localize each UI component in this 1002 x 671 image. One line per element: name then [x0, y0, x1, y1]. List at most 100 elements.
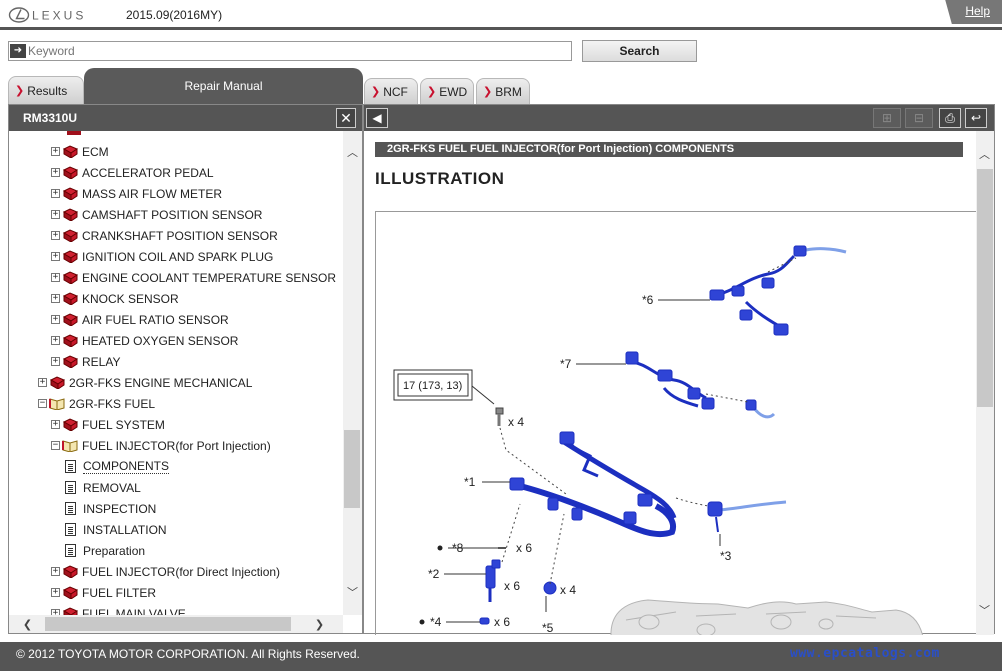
tree-item-label: FUEL FILTER	[82, 585, 157, 600]
tree-item[interactable]: + ECM	[51, 141, 109, 162]
scroll-up-icon[interactable]: ︿	[976, 145, 993, 162]
tree-item[interactable]: + KNOCK SENSOR	[51, 288, 179, 309]
tree-item-label: FUEL INJECTOR(for Direct Injection)	[82, 564, 281, 579]
tree-item[interactable]: INSTALLATION	[63, 519, 167, 540]
keyboard-arrow-icon[interactable]: ➜	[10, 44, 26, 58]
tree-item[interactable]: INSPECTION	[63, 498, 156, 519]
tree-item-label: MASS AIR FLOW METER	[82, 186, 223, 201]
expand-icon[interactable]: +	[51, 567, 60, 576]
tree-item[interactable]: + RELAY	[51, 351, 120, 372]
tree-item[interactable]: Preparation	[63, 540, 145, 561]
callout-leaders	[444, 299, 721, 623]
tree-item[interactable]: + MASS AIR FLOW METER	[51, 183, 222, 204]
tree-item[interactable]: − FUEL INJECTOR(for Port Injection)	[51, 435, 271, 456]
document-icon	[65, 523, 76, 536]
tree-item[interactable]: + FUEL FILTER	[51, 582, 156, 603]
expand-icon[interactable]: +	[51, 588, 60, 597]
grid-minus-icon: ⊟	[913, 111, 925, 125]
collapse-panel-button[interactable]: ◀	[366, 108, 388, 128]
document-icon	[65, 460, 76, 473]
scroll-down-icon[interactable]: ﹀	[344, 583, 361, 600]
content-vertical-scrollbar[interactable]: ︿ ﹀	[976, 131, 994, 635]
copyright-text: © 2012 TOYOTA MOTOR CORPORATION. All Rig…	[16, 647, 360, 661]
print-button[interactable]: ⎙	[939, 108, 961, 128]
tab-ncf[interactable]: ❯ NCF	[364, 78, 418, 104]
expand-icon[interactable]: +	[51, 357, 60, 366]
tree-item[interactable]: + CRANKSHAFT POSITION SENSOR	[51, 225, 278, 246]
collapse-icon[interactable]: −	[38, 399, 47, 408]
printer-icon: ⎙	[945, 110, 955, 125]
tree-item[interactable]: + ACCELERATOR PEDAL	[51, 162, 214, 183]
tree-item-label: ENGINE COOLANT TEMPERATURE SENSOR	[82, 270, 337, 285]
scroll-up-icon[interactable]: ︿	[344, 143, 361, 160]
expand-icon[interactable]: +	[51, 315, 60, 324]
book-closed-icon	[49, 376, 65, 389]
expand-icon[interactable]: +	[51, 210, 60, 219]
expand-icon[interactable]: +	[38, 378, 47, 387]
tree-item[interactable]: + HEATED OXYGEN SENSOR	[51, 330, 238, 351]
insulator-quantity: x 4	[560, 583, 576, 597]
book-closed-icon	[62, 187, 78, 200]
document-icon	[65, 502, 76, 515]
scroll-right-icon[interactable]: ❯	[311, 616, 328, 633]
scroll-down-icon[interactable]: ﹀	[976, 601, 993, 618]
tab-brm[interactable]: ❯ BRM	[476, 78, 530, 104]
keyword-search-input[interactable]	[28, 43, 558, 59]
watermark-text: www.epcatalogs.com	[790, 646, 940, 661]
torque-spec-box: 17 (173, 13)	[393, 369, 495, 405]
document-viewer: 2GR-FKS FUEL FUEL INJECTOR(for Port Inje…	[364, 131, 976, 635]
tree-item[interactable]: − 2GR-FKS FUEL	[38, 393, 155, 414]
tree-item[interactable]: + ENGINE COOLANT TEMPERATURE SENSOR	[51, 267, 336, 288]
tab-arrow-icon: ❯	[427, 86, 437, 98]
tree-item-label: CAMSHAFT POSITION SENSOR	[82, 207, 263, 222]
expand-icon[interactable]: +	[51, 336, 60, 345]
tree-item[interactable]: REMOVAL	[63, 477, 141, 498]
expand-icon[interactable]: +	[51, 147, 60, 156]
expand-icon[interactable]: +	[51, 252, 60, 261]
tree-item-label: 2GR-FKS ENGINE MECHANICAL	[69, 375, 253, 390]
book-closed-icon	[62, 166, 78, 179]
close-panel-button[interactable]: ✕	[336, 108, 356, 128]
content-scroll-thumb[interactable]	[977, 169, 993, 407]
search-button[interactable]: Search	[582, 40, 697, 62]
tree-item[interactable]: + AIR FUEL RATIO SENSOR	[51, 309, 229, 330]
scroll-left-icon[interactable]: ❮	[19, 616, 36, 633]
tree-horizontal-scrollbar[interactable]: ❮ ❯	[9, 615, 343, 633]
tab-ewd[interactable]: ❯ EWD	[420, 78, 474, 104]
tab-results[interactable]: ❯ Results	[8, 76, 84, 104]
tree-item[interactable]: + IGNITION COIL AND SPARK PLUG	[51, 246, 273, 267]
bolt-quantity: x 4	[508, 415, 524, 429]
back-button[interactable]: ↩	[965, 108, 987, 128]
book-closed-icon	[62, 418, 78, 431]
tree-item[interactable]: COMPONENTS	[63, 456, 170, 477]
callout-7: *7	[560, 357, 572, 371]
expand-icon[interactable]: +	[51, 168, 60, 177]
expand-icon[interactable]: +	[51, 420, 60, 429]
help-link[interactable]: Help	[965, 4, 990, 18]
tree-scroll-thumb[interactable]	[344, 430, 360, 508]
tree-item[interactable]: + FUEL MAIN VALVE	[51, 603, 186, 615]
expand-icon[interactable]: +	[51, 294, 60, 303]
tree-item[interactable]: + CAMSHAFT POSITION SENSOR	[51, 204, 262, 225]
tab-repair-manual[interactable]: Repair Manual	[84, 68, 363, 104]
tree-item[interactable]: + FUEL SYSTEM	[51, 414, 165, 435]
part-7-wire-harness	[625, 351, 776, 419]
part-4-grommet	[479, 617, 490, 625]
zoom-in-button[interactable]: ⊞	[873, 108, 901, 128]
section-title-bar: 2GR-FKS FUEL FUEL INJECTOR(for Port Inje…	[375, 142, 963, 157]
tree-item[interactable]: +2GR-FKS ENGINE MECHANICAL	[38, 372, 252, 393]
collapse-icon[interactable]: −	[51, 441, 60, 450]
tree-item-label: COMPONENTS	[83, 459, 170, 474]
expand-icon[interactable]: +	[51, 231, 60, 240]
tree-item[interactable]: + FUEL INJECTOR(for Direct Injection)	[51, 561, 280, 582]
fuel-injector-components-diagram: 17 (173, 13) *6 *7 x 4 *1 *3 *8 x 6 *2 x…	[393, 245, 924, 635]
tree-hscroll-thumb[interactable]	[45, 617, 291, 631]
tree-item-label: Preparation	[83, 543, 146, 558]
tree-vertical-scrollbar[interactable]: ︿ ﹀	[343, 131, 362, 615]
expand-icon[interactable]: +	[51, 273, 60, 282]
tree-item-label: KNOCK SENSOR	[82, 291, 179, 306]
expand-icon[interactable]: +	[51, 189, 60, 198]
book-closed-icon	[62, 271, 78, 284]
zoom-out-button[interactable]: ⊟	[905, 108, 933, 128]
triangle-left-icon: ◀	[372, 111, 382, 125]
